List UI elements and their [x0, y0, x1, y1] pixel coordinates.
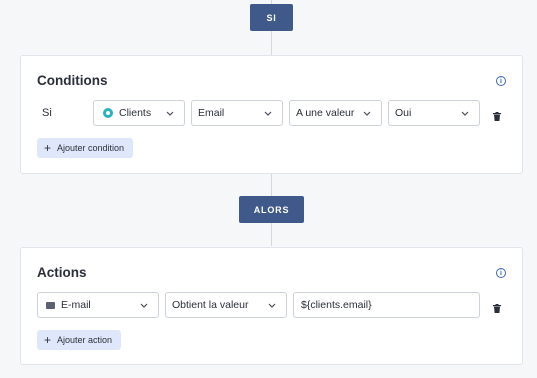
value-select-value: Oui	[395, 107, 412, 119]
chevron-down-icon	[162, 108, 178, 118]
delete-action-trash-icon[interactable]	[493, 300, 501, 313]
chevron-down-icon	[260, 108, 276, 118]
object-select-value: Clients	[119, 107, 152, 119]
if-pill: SI	[250, 4, 293, 31]
condition-row: Si Clients Email A une valeur Oui	[21, 100, 522, 126]
field-select[interactable]: Email	[191, 100, 283, 126]
plus-icon: +	[44, 333, 52, 347]
delete-condition-trash-icon[interactable]	[493, 108, 501, 121]
then-pill: ALORS	[239, 196, 304, 223]
condition-row-label: Si	[42, 107, 52, 119]
field-select-value: Email	[198, 107, 225, 119]
value-select[interactable]: Oui	[388, 100, 480, 126]
chevron-down-icon	[359, 108, 375, 118]
envelope-icon	[46, 301, 55, 309]
info-icon[interactable]: i	[496, 76, 506, 86]
conditions-card: Conditions i Si Clients Email A une vale…	[20, 55, 523, 174]
chevron-down-icon	[136, 300, 152, 310]
add-action-label: Ajouter action	[57, 335, 113, 345]
actions-card: Actions i E-mail Obtient la valeur ${cli…	[20, 247, 523, 365]
clients-app-icon	[103, 108, 113, 118]
add-action-button[interactable]: + Ajouter action	[37, 330, 122, 350]
add-condition-label: Ajouter condition	[57, 143, 125, 153]
action-mode-value: Obtient la valeur	[172, 299, 249, 311]
object-select[interactable]: Clients	[93, 100, 185, 126]
operator-select[interactable]: A une valeur	[289, 100, 382, 126]
info-icon[interactable]: i	[496, 268, 506, 278]
then-pill-label: ALORS	[253, 204, 290, 215]
action-row: E-mail Obtient la valeur ${clients.email…	[21, 292, 522, 318]
add-condition-button[interactable]: + Ajouter condition	[37, 138, 134, 158]
action-type-select[interactable]: E-mail	[37, 292, 159, 318]
conditions-title: Conditions	[37, 73, 108, 88]
actions-title: Actions	[37, 265, 87, 280]
if-pill-label: SI	[266, 12, 277, 23]
action-mode-select[interactable]: Obtient la valeur	[165, 292, 287, 318]
chevron-down-icon	[264, 300, 280, 310]
action-value-input[interactable]: ${clients.email}	[293, 292, 480, 318]
chevron-down-icon	[457, 108, 473, 118]
plus-icon: +	[44, 141, 52, 155]
action-type-value: E-mail	[61, 299, 91, 311]
operator-select-value: A une valeur	[296, 107, 355, 119]
